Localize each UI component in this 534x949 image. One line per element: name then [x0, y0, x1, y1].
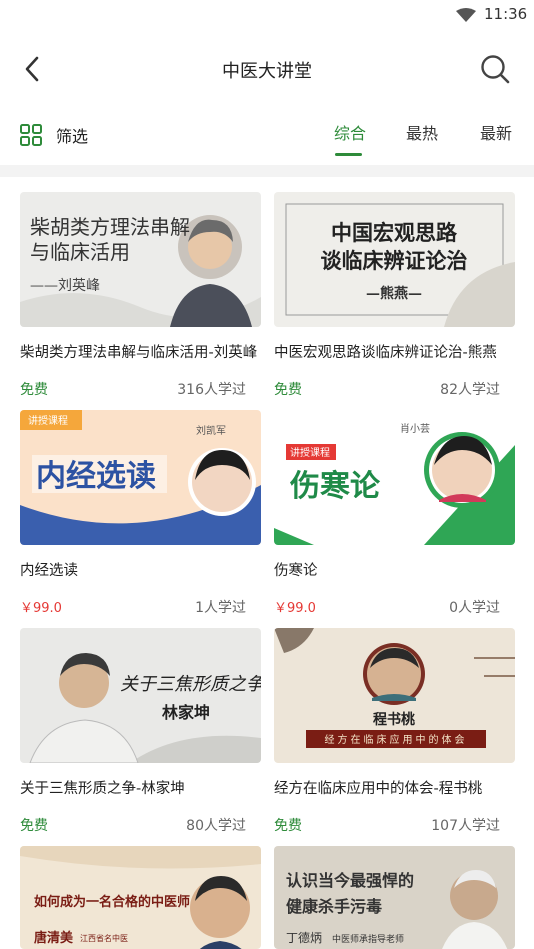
course-thumbnail: 如何成为一名合格的中医师 唐清美 江西省名中医	[20, 846, 261, 949]
tab-comprehensive[interactable]: 综合	[334, 120, 366, 144]
course-thumbnail: 讲授课程 伤寒论 肖小芸	[274, 410, 515, 545]
thumb-line: 如何成为一名合格的中医师	[34, 894, 190, 910]
thumb-name: 林家坤	[162, 703, 210, 722]
thumb-side: 江西省名中医	[80, 933, 128, 943]
learner-count: 1人学过	[195, 600, 246, 616]
section-divider	[0, 165, 534, 177]
course-title: 中医宏观思路谈临床辨证论治-熊燕	[274, 345, 497, 361]
course-thumbnail: 程书桃 经方在临床应用中的体会	[274, 628, 515, 763]
learner-count: 82人学过	[440, 382, 500, 398]
thumb-side: 中医师承指导老师	[332, 933, 404, 945]
page-title: 中医大讲堂	[222, 61, 312, 82]
thumb-line: 谈临床辨证论治	[321, 248, 468, 273]
filter-sort-bar: 筛选 综合 最热 最新	[0, 108, 534, 164]
thumb-line: 关于三焦形质之争	[120, 674, 261, 695]
course-price: ￥99.0	[274, 601, 316, 616]
course-card[interactable]: 柴胡类方理法串解 与临床活用 ——刘英峰 柴胡类方理法串解与临床活用-刘英峰 免…	[20, 192, 261, 398]
course-card[interactable]: 讲授课程 内经选读 刘凯军 内经选读 ￥99.0 1人学过	[20, 410, 261, 616]
course-card[interactable]: 讲授课程 伤寒论 肖小芸 伤寒论 ￥99.0 0人学过	[274, 410, 515, 616]
course-thumbnail: 认识当今最强悍的 健康杀手污毒 丁德炳 中医师承指导老师	[274, 846, 515, 949]
thumb-name: 肖小芸	[400, 422, 430, 435]
grid-icon	[20, 124, 42, 146]
thumb-line: 与临床活用	[30, 240, 130, 264]
filter-button[interactable]: 筛选	[20, 122, 88, 148]
course-card[interactable]: 认识当今最强悍的 健康杀手污毒 丁德炳 中医师承指导老师	[274, 846, 515, 949]
app-bar: 中医大讲堂	[0, 40, 534, 98]
learner-count: 107人学过	[431, 818, 500, 834]
active-tab-indicator	[335, 153, 362, 156]
learner-count: 316人学过	[177, 382, 246, 398]
learner-count: 80人学过	[186, 818, 246, 834]
course-thumbnail: 讲授课程 内经选读 刘凯军	[20, 410, 261, 545]
course-thumbnail: 关于三焦形质之争 林家坤	[20, 628, 261, 763]
course-title: 关于三焦形质之争-林家坤	[20, 781, 185, 797]
thumb-name: 刘凯军	[196, 424, 226, 437]
search-icon	[481, 55, 510, 84]
thumb-line: 柴胡类方理法串解	[30, 215, 190, 239]
course-price: 免费	[274, 818, 302, 834]
filter-label: 筛选	[56, 127, 89, 146]
course-price: ￥99.0	[20, 601, 62, 616]
status-bar: 11:36	[0, 0, 534, 30]
thumb-line: 内经选读	[36, 459, 156, 494]
thumb-name: 丁德炳	[286, 930, 322, 945]
course-card[interactable]: 中国宏观思路 谈临床辨证论治 —熊燕— 中医宏观思路谈临床辨证论治-熊燕 免费 …	[274, 192, 515, 398]
thumb-badge: 讲授课程	[290, 446, 330, 459]
search-button[interactable]	[476, 50, 514, 88]
thumb-line: 认识当今最强悍的	[286, 871, 414, 890]
course-title: 内经选读	[20, 563, 78, 579]
thumb-badge: 讲授课程	[28, 414, 68, 427]
course-title: 伤寒论	[274, 563, 318, 579]
course-price: 免费	[20, 382, 48, 398]
course-price: 免费	[274, 382, 302, 398]
tab-newest[interactable]: 最新	[480, 120, 512, 144]
course-title: 柴胡类方理法串解与临床活用-刘英峰	[20, 345, 258, 361]
thumb-line: 伤寒论	[289, 469, 381, 504]
tab-hottest[interactable]: 最热	[406, 120, 438, 144]
course-thumbnail: 柴胡类方理法串解 与临床活用 ——刘英峰	[20, 192, 261, 327]
status-time: 11:36	[484, 5, 528, 23]
wifi-icon	[456, 8, 476, 22]
thumb-line: 中国宏观思路	[331, 220, 458, 245]
course-thumbnail: 中国宏观思路 谈临床辨证论治 —熊燕—	[274, 192, 515, 327]
thumb-line: 经方在临床应用中的体会	[325, 733, 468, 746]
thumb-name: —熊燕—	[366, 285, 422, 302]
course-card[interactable]: 程书桃 经方在临床应用中的体会 经方在临床应用中的体会-程书桃 免费 107人学…	[274, 628, 515, 834]
thumb-name: 程书桃	[373, 711, 415, 728]
course-card[interactable]: 如何成为一名合格的中医师 唐清美 江西省名中医	[20, 846, 261, 949]
thumb-name: ——刘英峰	[30, 277, 100, 294]
learner-count: 0人学过	[449, 600, 500, 616]
thumb-name: 唐清美	[34, 930, 74, 946]
course-card[interactable]: 关于三焦形质之争 林家坤 关于三焦形质之争-林家坤 免费 80人学过	[20, 628, 261, 834]
course-title: 经方在临床应用中的体会-程书桃	[274, 781, 483, 797]
course-price: 免费	[20, 818, 48, 834]
thumb-line: 健康杀手污毒	[286, 897, 382, 916]
